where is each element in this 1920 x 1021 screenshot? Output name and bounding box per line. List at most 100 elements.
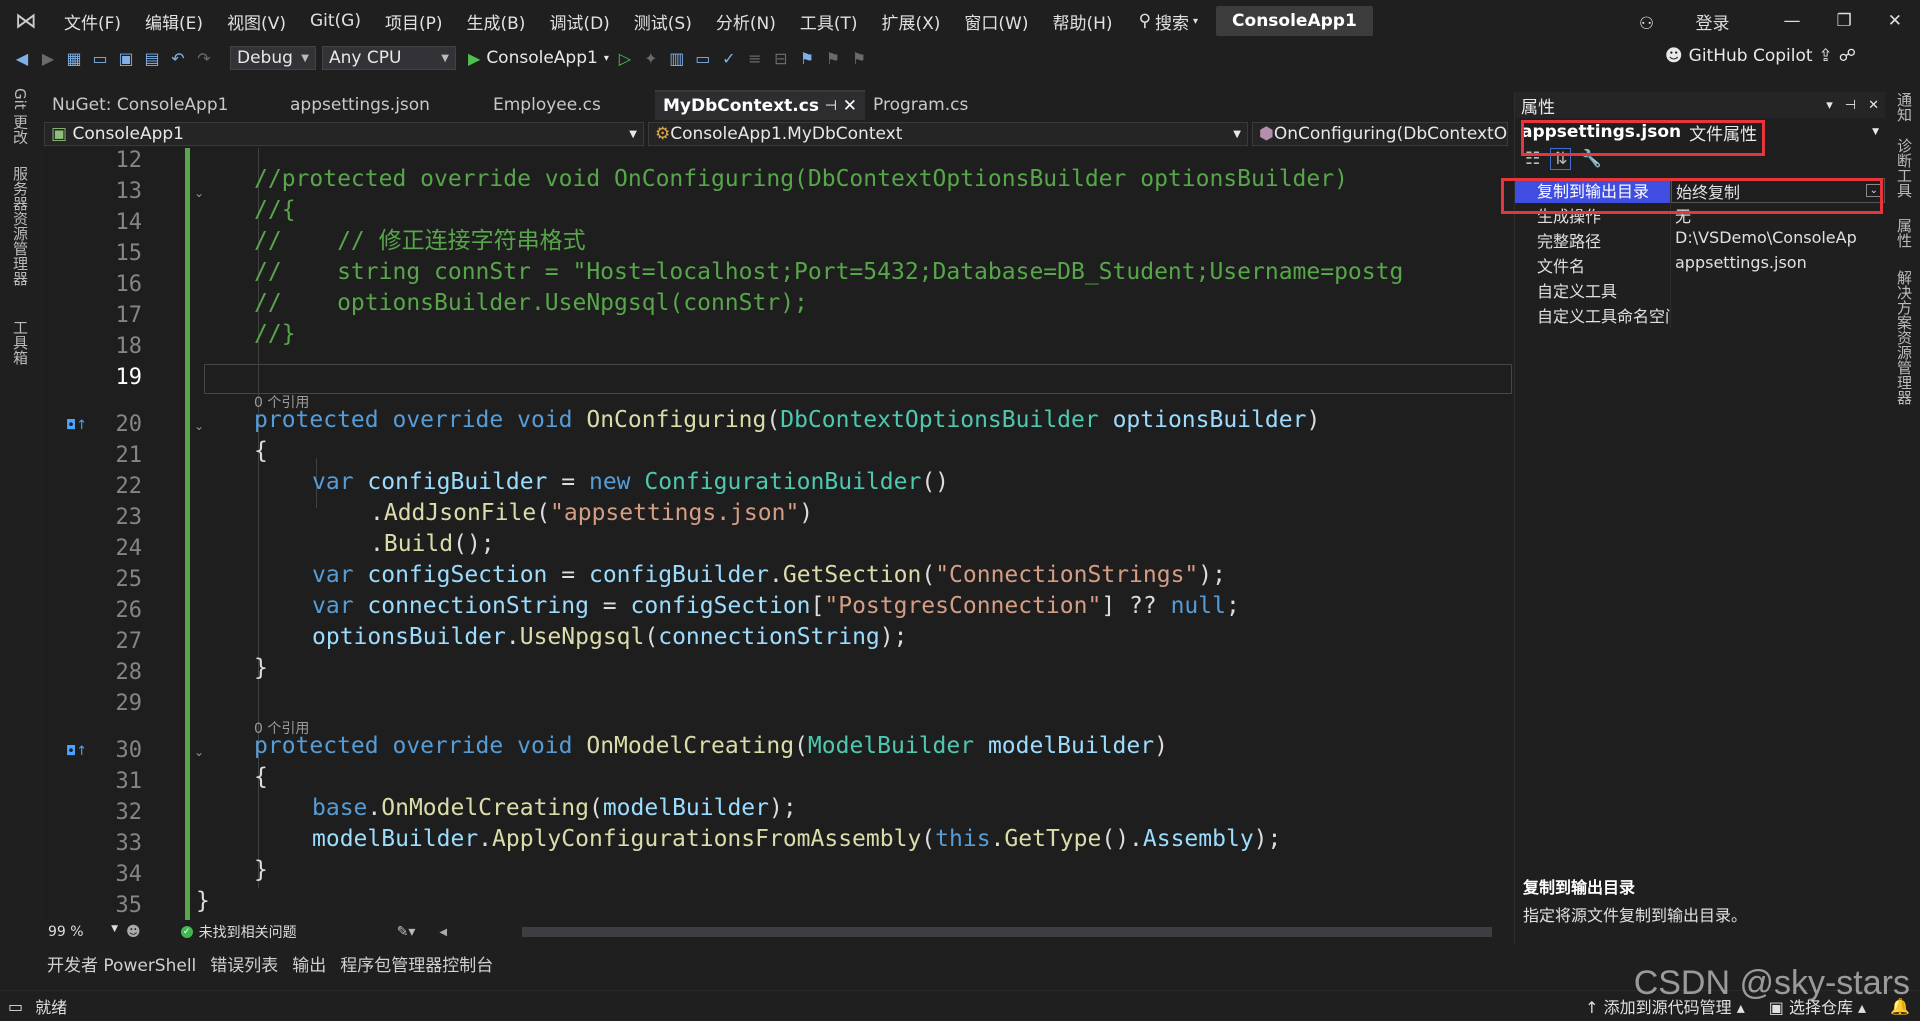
menu-view[interactable]: 视图(V) <box>215 9 298 34</box>
csharp-project-icon: ▣ <box>51 124 68 144</box>
scroll-left-icon[interactable]: ◀ <box>439 927 447 938</box>
chevron-down-icon: ▼ <box>111 924 118 934</box>
tab-employee[interactable]: Employee.cs <box>485 90 655 120</box>
server-explorer-tab[interactable]: 服务器资源管理器 <box>10 166 31 286</box>
code-editor[interactable]: 12 13 14 15 16 17 18 19 20 21 22 23 24 2… <box>44 148 1512 920</box>
menu-tools[interactable]: 工具(T) <box>788 9 870 34</box>
line-number: 21 <box>115 443 143 468</box>
toolbox-tab[interactable]: 工具箱 <box>10 320 31 365</box>
start-debug-button[interactable]: ▶ ConsoleApp1 ▾ <box>468 48 609 68</box>
project-dropdown[interactable]: ▣ ConsoleApp1 ▼ <box>44 122 644 146</box>
copilot-status-icon[interactable]: ☻ <box>126 924 141 940</box>
menu-debug[interactable]: 调试(D) <box>537 9 621 34</box>
config-select[interactable]: Debug ▼ <box>230 46 316 70</box>
platform-select[interactable]: Any CPU ▼ <box>322 46 456 70</box>
code-text[interactable]: //protected override void OnConfiguring(… <box>196 148 1512 920</box>
tab-mydbcontext[interactable]: MyDbContext.cs ⊣ ✕ <box>655 90 865 120</box>
solution-explorer-icon[interactable]: ▥ <box>667 49 687 68</box>
save-all-icon[interactable]: ▤ <box>142 49 162 68</box>
undo-icon[interactable]: ↶ <box>168 49 188 68</box>
properties-panel: 属性 ▾ ⊣ ✕ appsettings.json 文件属性 ▼ ☷ ⇅ 🔧 复… <box>1501 92 1885 944</box>
menu-file[interactable]: 文件(F) <box>52 9 133 34</box>
start-without-debug-icon[interactable]: ▷ <box>615 49 635 68</box>
class-dropdown[interactable]: ⚙ConsoleApp1.MyDbContext ▼ <box>648 122 1248 146</box>
cleanup-brush-icon[interactable]: ✎▾ <box>397 924 416 940</box>
horizontal-scrollbar[interactable] <box>522 927 1492 937</box>
properties-tab[interactable]: 属性 <box>1894 218 1915 248</box>
code-line-20: protected override void OnConfiguring(Db… <box>254 407 1321 433</box>
property-row-custom-tool[interactable]: 自定义工具 <box>1515 278 1885 303</box>
menu-help[interactable]: 帮助(H) <box>1041 9 1125 34</box>
bookmark-icon[interactable]: ⚑ <box>797 49 817 68</box>
property-row-custom-tool-namespace[interactable]: 自定义工具命名空间 <box>1515 303 1885 328</box>
minimize-button[interactable]: — <box>1766 11 1819 31</box>
pin-icon[interactable]: ⊣ <box>825 98 837 114</box>
solution-explorer-tab[interactable]: 解决方案资源管理器 <box>1894 270 1915 405</box>
fold-chevron-icon[interactable]: ⌄ <box>194 186 204 200</box>
code-line-24: .Build(); <box>370 531 495 557</box>
menu-extensions[interactable]: 扩展(X) <box>870 9 953 34</box>
menu-window[interactable]: 窗口(W) <box>952 9 1040 34</box>
visual-studio-logo-icon[interactable]: ⋈ <box>0 0 52 42</box>
nav-member-label: OnConfiguring(DbContextOp <box>1273 124 1508 144</box>
tab-error-list[interactable]: 错误列表 <box>203 951 285 976</box>
notifications-tab[interactable]: 通知 <box>1894 92 1915 122</box>
spellcheck-icon[interactable]: ✓ <box>719 49 739 68</box>
open-folder-icon[interactable]: ▭ <box>90 49 110 68</box>
close-icon[interactable]: ✕ <box>843 96 857 116</box>
override-indicator-icon[interactable]: ◘↑ <box>66 418 87 433</box>
line-number: 35 <box>115 893 143 918</box>
fold-chevron-icon[interactable]: ⌄ <box>194 745 204 759</box>
tab-output[interactable]: 输出 <box>285 951 333 976</box>
chevron-down-icon[interactable]: ▾ <box>1826 98 1833 113</box>
tab-label: Employee.cs <box>493 95 601 115</box>
redo-icon[interactable]: ↷ <box>194 49 214 68</box>
comment-icon[interactable]: ⊟ <box>771 49 791 68</box>
login-button[interactable]: ⚇ 登录 <box>1603 9 1766 34</box>
line-number: 31 <box>115 769 143 794</box>
new-project-icon[interactable]: ▦ <box>64 49 84 68</box>
property-row-full-path[interactable]: 完整路径 D:\VSDemo\ConsoleAp <box>1515 228 1885 253</box>
code-line-33: modelBuilder.ApplyConfigurationsFromAsse… <box>312 826 1282 852</box>
menu-build[interactable]: 生成(B) <box>455 9 538 34</box>
diagnostic-tools-tab[interactable]: 诊断工具 <box>1894 138 1915 198</box>
property-key: 自定义工具 <box>1515 278 1671 303</box>
menu-test[interactable]: 测试(S) <box>622 9 704 34</box>
description-title: 复制到输出目录 <box>1523 878 1636 897</box>
tab-package-manager-console[interactable]: 程序包管理器控制台 <box>333 951 500 976</box>
format-icon[interactable]: ≡ <box>745 49 765 68</box>
hot-reload-icon[interactable]: ✦ <box>641 49 661 68</box>
search-button[interactable]: ⚲ 搜索 ▾ <box>1139 9 1198 34</box>
save-icon[interactable]: ▣ <box>116 49 136 68</box>
back-icon[interactable]: ◀ <box>12 49 32 68</box>
code-line-17: // optionsBuilder.UseNpgsql(connStr); <box>254 290 808 316</box>
git-changes-tab[interactable]: Git 更改 <box>10 88 31 144</box>
watermark: CSDN @sky-stars <box>1633 964 1910 1002</box>
tab-program[interactable]: Program.cs <box>865 90 1015 120</box>
github-copilot-button[interactable]: ☻ GitHub Copilot ⇪ ☍ <box>1665 46 1856 66</box>
menu-analyze[interactable]: 分析(N) <box>704 9 788 34</box>
close-window-button[interactable]: ✕ <box>1870 11 1920 31</box>
next-bookmark-icon[interactable]: ⚑ <box>849 49 869 68</box>
tab-appsettings[interactable]: appsettings.json <box>282 90 485 120</box>
issues-indicator[interactable]: ✓ 未找到相关问题 <box>180 922 297 942</box>
property-row-file-name[interactable]: 文件名 appsettings.json <box>1515 253 1885 278</box>
property-key: 完整路径 <box>1515 228 1671 253</box>
layout-icon[interactable]: ▭ <box>693 49 713 68</box>
tab-developer-powershell[interactable]: 开发者 PowerShell <box>40 951 203 976</box>
tab-nuget[interactable]: NuGet: ConsoleApp1 <box>44 90 282 120</box>
restore-button[interactable]: ❐ <box>1819 11 1870 31</box>
menu-git[interactable]: Git(G) <box>298 11 373 31</box>
menu-edit[interactable]: 编辑(E) <box>133 9 215 34</box>
fold-chevron-icon[interactable]: ⌄ <box>194 419 204 433</box>
login-label: 登录 <box>1695 13 1730 34</box>
member-dropdown[interactable]: ⬢OnConfiguring(DbContextOp <box>1252 122 1508 146</box>
pin-icon[interactable]: ⊣ <box>1845 98 1856 113</box>
forward-icon[interactable]: ▶ <box>38 49 58 68</box>
override-indicator-icon[interactable]: ◘↑ <box>66 744 87 759</box>
menu-project[interactable]: 项目(P) <box>373 9 455 34</box>
zoom-select[interactable]: 99 % ▼ <box>44 924 118 940</box>
prev-bookmark-icon[interactable]: ⚑ <box>823 49 843 68</box>
editor-status-bar: 99 % ▼ ☻ ✓ 未找到相关问题 ✎▾ ◀ <box>44 920 1512 944</box>
close-icon[interactable]: ✕ <box>1868 98 1879 113</box>
